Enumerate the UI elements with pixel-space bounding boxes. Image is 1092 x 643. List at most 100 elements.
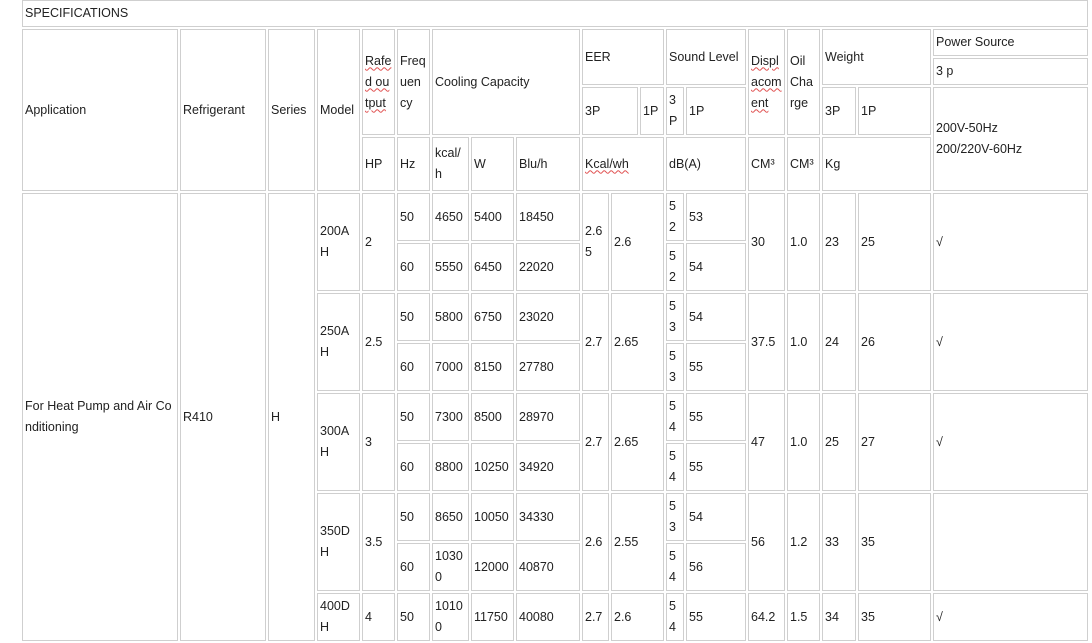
header-sound-1p: 1P <box>686 87 746 135</box>
kcal-cell: 4650 <box>432 193 469 241</box>
model-cell: 300AH <box>317 393 360 491</box>
btu-cell: 18450 <box>516 193 580 241</box>
oil-charge-cell: 1.5 <box>787 593 820 641</box>
sound-1p-cell: 55 <box>686 443 746 491</box>
unit-eer-text: Kcal/wh <box>585 156 629 171</box>
frequency-cell: 60 <box>397 543 430 591</box>
unit-kcal: kcal/h <box>432 137 469 191</box>
power-check-cell: √ <box>933 393 1088 491</box>
unit-hp: HP <box>362 137 395 191</box>
watt-cell: 11750 <box>471 593 514 641</box>
header-weight-3p: 3P <box>822 87 856 135</box>
eer-1p-cell: 2.6 <box>611 593 664 641</box>
oil-charge-cell: 1.2 <box>787 493 820 591</box>
sound-3p-cell: 54 <box>666 443 684 491</box>
eer-3p-cell: 2.7 <box>582 393 609 491</box>
rated-output-cell: 2 <box>362 193 395 291</box>
rated-output-cell: 2.5 <box>362 293 395 391</box>
weight-3p-cell: 33 <box>822 493 856 591</box>
watt-cell: 10050 <box>471 493 514 541</box>
btu-cell: 23020 <box>516 293 580 341</box>
header-application: Application <box>22 29 178 191</box>
header-displacement: Displacoment <box>748 29 785 135</box>
header-eer-3p: 3P <box>582 87 638 135</box>
oil-charge-cell: 1.0 <box>787 393 820 491</box>
power-check-cell: √ <box>933 293 1088 391</box>
unit-hz: Hz <box>397 137 430 191</box>
unit-oil: CM³ <box>787 137 820 191</box>
header-power-source: Power Source <box>933 29 1088 56</box>
sound-3p-cell: 53 <box>666 343 684 391</box>
header-frequency: Frequency <box>397 29 430 135</box>
sound-1p-cell: 55 <box>686 593 746 641</box>
kcal-cell: 7000 <box>432 343 469 391</box>
refrigerant-cell: R410 <box>180 193 266 641</box>
model-cell: 200AH <box>317 193 360 291</box>
weight-3p-cell: 34 <box>822 593 856 641</box>
frequency-cell: 50 <box>397 393 430 441</box>
header-cooling-capacity: Cooling Capacity <box>432 29 580 135</box>
model-cell: 250AH <box>317 293 360 391</box>
unit-sound: dB(A) <box>666 137 746 191</box>
kcal-cell: 5550 <box>432 243 469 291</box>
power-voltage-50hz: 200V-50Hz <box>936 121 998 135</box>
specifications-table: SPECIFICATIONS Application Refrigerant S… <box>20 0 1090 643</box>
kcal-cell: 5800 <box>432 293 469 341</box>
header-sound-3p: 3P <box>666 87 684 135</box>
watt-cell: 6450 <box>471 243 514 291</box>
weight-3p-cell: 25 <box>822 393 856 491</box>
header-power-voltage: 200V-50Hz 200/220V-60Hz <box>933 87 1088 191</box>
eer-3p-cell: 2.6 <box>582 493 609 591</box>
sound-3p-cell: 54 <box>666 593 684 641</box>
model-cell: 350DH <box>317 493 360 591</box>
kcal-cell: 7300 <box>432 393 469 441</box>
weight-1p-cell: 27 <box>858 393 931 491</box>
header-weight: Weight <box>822 29 931 85</box>
weight-3p-cell: 23 <box>822 193 856 291</box>
watt-cell: 6750 <box>471 293 514 341</box>
header-model: Model <box>317 29 360 191</box>
weight-1p-cell: 25 <box>858 193 931 291</box>
displacement-cell: 56 <box>748 493 785 591</box>
eer-3p-cell: 2.7 <box>582 593 609 641</box>
sound-3p-cell: 53 <box>666 493 684 541</box>
sound-1p-cell: 55 <box>686 393 746 441</box>
displacement-cell: 64.2 <box>748 593 785 641</box>
eer-1p-cell: 2.6 <box>611 193 664 291</box>
unit-weight: Kg <box>822 137 931 191</box>
weight-3p-cell: 24 <box>822 293 856 391</box>
rated-output-cell: 4 <box>362 593 395 641</box>
displacement-cell: 47 <box>748 393 785 491</box>
frequency-cell: 50 <box>397 593 430 641</box>
eer-1p-cell: 2.65 <box>611 393 664 491</box>
oil-charge-cell: 1.0 <box>787 193 820 291</box>
frequency-cell: 60 <box>397 243 430 291</box>
header-sound-level: Sound Level <box>666 29 746 85</box>
table-row: For Heat Pump and Air Conditioning R410 H 2… <box>22 193 1088 641</box>
kcal-cell: 8650 <box>432 493 469 541</box>
power-check-cell: √ <box>933 193 1088 291</box>
weight-1p-cell: 35 <box>858 593 931 641</box>
power-check-cell <box>933 493 1088 591</box>
btu-cell: 27780 <box>516 343 580 391</box>
unit-btu: Blu/h <box>516 137 580 191</box>
unit-w: W <box>471 137 514 191</box>
frequency-cell: 50 <box>397 193 430 241</box>
sound-3p-cell: 52 <box>666 243 684 291</box>
series-cell: H <box>268 193 315 641</box>
sound-1p-cell: 53 <box>686 193 746 241</box>
unit-displacement: CM³ <box>748 137 785 191</box>
eer-3p-cell: 2.7 <box>582 293 609 391</box>
watt-cell: 12000 <box>471 543 514 591</box>
weight-1p-cell: 26 <box>858 293 931 391</box>
kcal-cell: 8800 <box>432 443 469 491</box>
unit-eer: Kcal/wh <box>582 137 664 191</box>
rated-output-cell: 3 <box>362 393 395 491</box>
header-series: Series <box>268 29 315 191</box>
application-cell: For Heat Pump and Air Conditioning <box>22 193 178 641</box>
btu-cell: 22020 <box>516 243 580 291</box>
watt-cell: 5400 <box>471 193 514 241</box>
eer-1p-cell: 2.55 <box>611 493 664 591</box>
model-cell: 400DH <box>317 593 360 641</box>
frequency-cell: 50 <box>397 493 430 541</box>
